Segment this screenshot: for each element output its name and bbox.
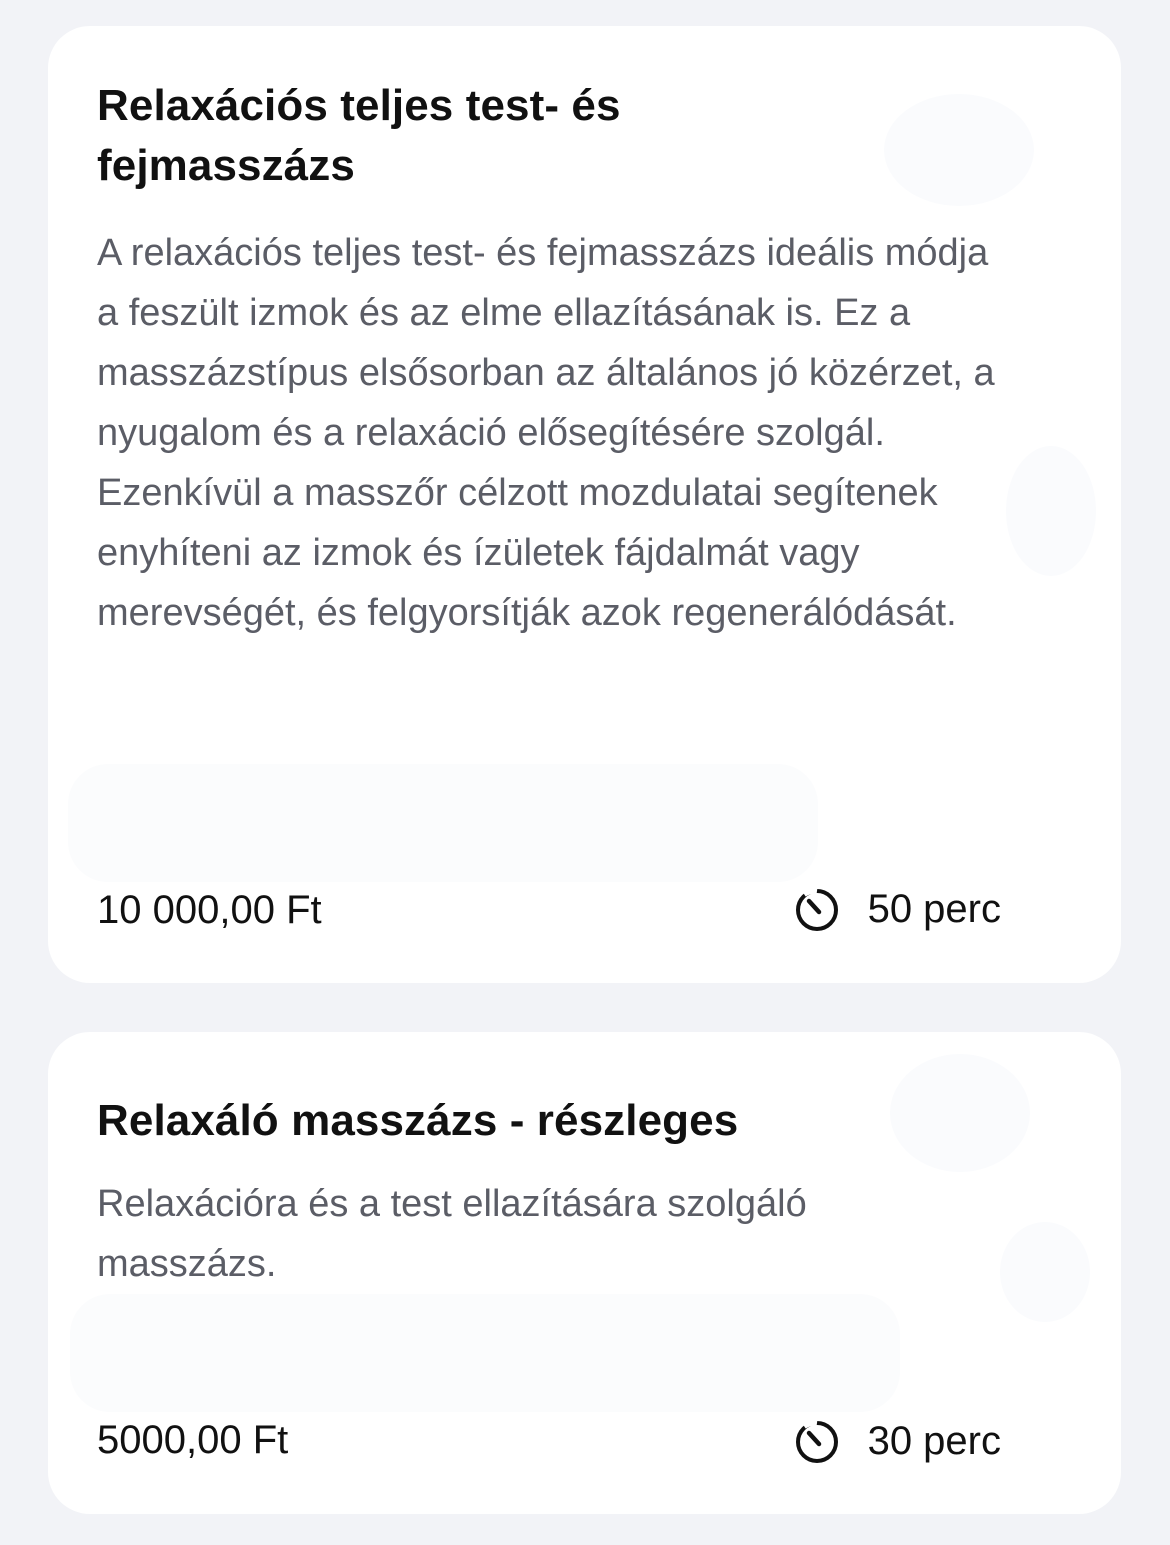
duration-label: 50 perc bbox=[867, 887, 1001, 931]
timer-icon bbox=[792, 884, 842, 934]
service-duration: 50 perc bbox=[792, 884, 1001, 934]
service-card[interactable]: Relaxációs teljes test- és fejmasszázs A… bbox=[48, 26, 1121, 983]
faded-background-shape bbox=[70, 1294, 900, 1412]
faded-background-shape bbox=[1000, 1222, 1090, 1322]
service-title: Relaxáló masszázs - részleges bbox=[97, 1096, 739, 1145]
service-description: A relaxációs teljes test- és fejmasszázs… bbox=[97, 232, 995, 634]
faded-background-shape bbox=[884, 94, 1034, 206]
service-card[interactable]: Relaxáló masszázs - részleges Relaxációr… bbox=[48, 1032, 1121, 1514]
service-price: 10 000,00 Ft bbox=[97, 888, 322, 932]
faded-background-shape bbox=[68, 764, 818, 882]
service-title: Relaxációs teljes test- és fejmasszázs bbox=[97, 81, 621, 190]
duration-label: 30 perc bbox=[867, 1419, 1001, 1463]
timer-icon bbox=[792, 1416, 842, 1466]
service-price: 5000,00 Ft bbox=[97, 1418, 289, 1462]
service-description: Relaxációra és a test ellazítására szolg… bbox=[97, 1183, 807, 1285]
service-duration: 30 perc bbox=[792, 1416, 1001, 1466]
faded-background-shape bbox=[1006, 446, 1096, 576]
